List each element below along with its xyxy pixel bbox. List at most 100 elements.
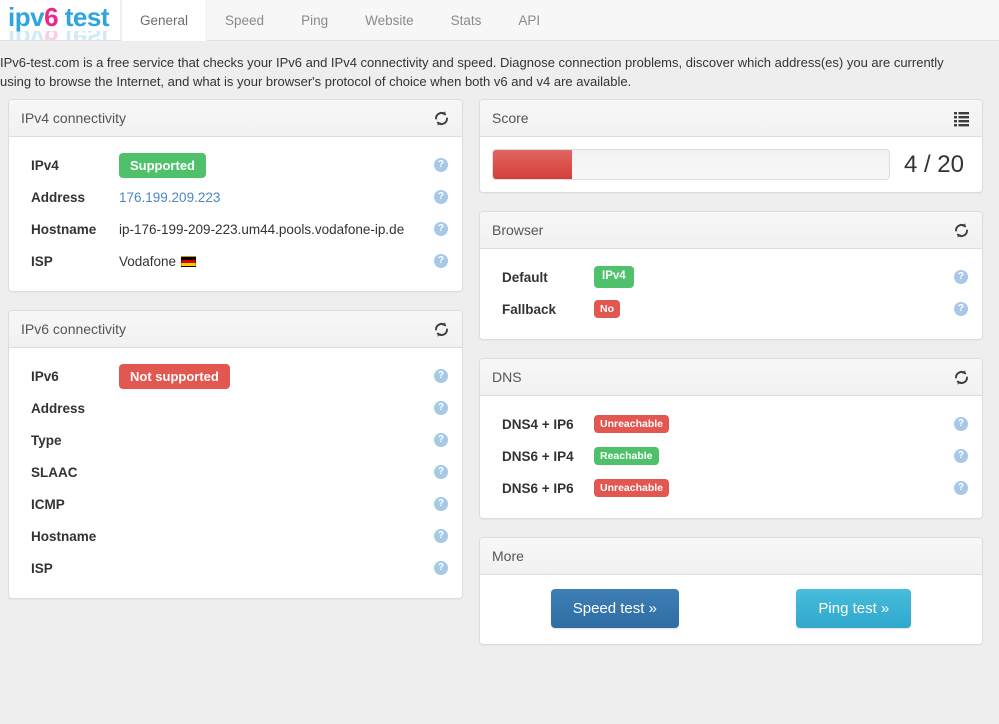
browser-panel-header: Browser — [480, 212, 982, 249]
right-column: Score 4 / 20 Browser Default IPv4 ? Fall… — [471, 99, 991, 663]
row-ipv4-hostname: Hostname ip-176-199-209-223.um44.pools.v… — [21, 213, 450, 245]
dns-panel: DNS DNS4 + IP6 Unreachable ? DNS6 + IP4 … — [479, 358, 983, 519]
row-label-fallback: Fallback — [502, 301, 557, 317]
status-badge-dns4-ip6: Unreachable — [594, 414, 670, 434]
left-column: IPv4 connectivity IPv4 Supported ? Addre… — [0, 99, 471, 663]
row-ipv6-icmp: ICMP ? — [21, 488, 450, 520]
row-ipv6-hostname: Hostname ? — [21, 520, 450, 552]
tab-api[interactable]: API — [500, 0, 559, 40]
tab-general[interactable]: General — [121, 0, 208, 41]
more-panel-body: Speed test » Ping test » — [480, 575, 982, 644]
row-label-isp: ISP — [31, 253, 53, 269]
status-badge-default-protocol: IPv4 — [594, 266, 634, 288]
help-icon[interactable]: ? — [954, 449, 968, 463]
ipv4-panel-title: IPv4 connectivity — [21, 110, 127, 126]
germany-flag-icon — [181, 255, 197, 267]
help-icon[interactable]: ? — [434, 433, 448, 447]
row-value-fallback: No — [594, 299, 954, 319]
help-icon[interactable]: ? — [434, 497, 448, 511]
score-panel-header: Score — [480, 100, 982, 137]
score-progress-bar — [492, 149, 890, 180]
row-label-default: Default — [502, 269, 548, 285]
row-value-ipv6: Not supported — [119, 363, 434, 389]
refresh-icon[interactable] — [953, 369, 970, 386]
ipv4-panel-header: IPv4 connectivity — [9, 100, 462, 137]
logo-text-post: test — [58, 2, 110, 32]
row-label-address: Address — [31, 189, 86, 205]
ipv4-address-link[interactable]: 176.199.209.223 — [119, 190, 220, 205]
tab-website[interactable]: Website — [347, 0, 433, 40]
ipv4-panel-body: IPv4 Supported ? Address 176.199.209.223… — [9, 137, 462, 291]
help-icon[interactable]: ? — [954, 270, 968, 284]
help-icon[interactable]: ? — [954, 302, 968, 316]
row-label-slaac: SLAAC — [31, 464, 78, 480]
row-label-dns6-ip4: DNS6 + IP4 — [502, 448, 574, 464]
row-label-ipv4: IPv4 — [31, 157, 59, 173]
score-progress-fill — [493, 150, 573, 179]
help-icon[interactable]: ? — [434, 369, 448, 383]
tab-speed[interactable]: Speed — [207, 0, 283, 40]
row-ipv6-type: Type ? — [21, 424, 450, 456]
help-icon[interactable]: ? — [434, 158, 448, 172]
help-icon[interactable]: ? — [434, 401, 448, 415]
logo-text-pre: ipv — [8, 2, 45, 32]
help-icon[interactable]: ? — [434, 222, 448, 236]
row-label-type: Type — [31, 432, 62, 448]
row-label-ipv6: IPv6 — [31, 368, 59, 384]
row-ipv4: IPv4 Supported ? — [21, 149, 450, 181]
browser-panel-title: Browser — [492, 222, 544, 238]
main-content: IPv4 connectivity IPv4 Supported ? Addre… — [0, 99, 999, 663]
logo-reflection: ipv6 test — [8, 31, 120, 40]
score-panel-title: Score — [492, 110, 529, 126]
ping-test-button[interactable]: Ping test » — [796, 589, 912, 628]
row-ipv6-isp: ISP ? — [21, 552, 450, 584]
row-value-dns4-ip6: Unreachable — [594, 414, 954, 434]
refresh-icon[interactable] — [433, 321, 450, 338]
main-tabs: General Speed Ping Website Stats API — [121, 0, 559, 41]
score-panel: Score 4 / 20 — [479, 99, 983, 193]
browser-panel-body: Default IPv4 ? Fallback No ? — [480, 249, 982, 339]
refresh-icon[interactable] — [953, 222, 970, 239]
tab-ping[interactable]: Ping — [283, 0, 347, 40]
help-icon[interactable]: ? — [434, 561, 448, 575]
more-panel-header: More — [480, 538, 982, 575]
ipv6-panel-body: IPv6 Not supported ? Address ? Type ? SL… — [9, 348, 462, 598]
help-icon[interactable]: ? — [954, 417, 968, 431]
row-value-dns6-ip4: Reachable — [594, 446, 954, 466]
row-label-dns6-ip6: DNS6 + IP6 — [502, 480, 574, 496]
intro-text: IPv6-test.com is a free service that che… — [0, 55, 944, 89]
more-panel-title: More — [492, 548, 524, 564]
row-ipv6-slaac: SLAAC ? — [21, 456, 450, 488]
ipv6-panel-title: IPv6 connectivity — [21, 321, 127, 337]
help-icon[interactable]: ? — [954, 481, 968, 495]
more-panel: More Speed test » Ping test » — [479, 537, 983, 645]
ipv4-connectivity-panel: IPv4 connectivity IPv4 Supported ? Addre… — [8, 99, 463, 292]
dns-panel-title: DNS — [492, 369, 522, 385]
row-ipv4-address: Address 176.199.209.223 ? — [21, 181, 450, 213]
row-value-dns6-ip6: Unreachable — [594, 478, 954, 498]
speed-test-button[interactable]: Speed test » — [550, 589, 679, 628]
help-icon[interactable]: ? — [434, 254, 448, 268]
row-label-dns4-ip6: DNS4 + IP6 — [502, 416, 574, 432]
help-icon[interactable]: ? — [434, 190, 448, 204]
row-ipv6: IPv6 Not supported ? — [21, 360, 450, 392]
logo-text-six: 6 — [44, 2, 59, 32]
row-dns6-ip6: DNS6 + IP6 Unreachable ? — [492, 472, 970, 504]
row-browser-fallback: Fallback No ? — [492, 293, 970, 325]
help-icon[interactable]: ? — [434, 465, 448, 479]
row-dns6-ip4: DNS6 + IP4 Reachable ? — [492, 440, 970, 472]
tab-stats[interactable]: Stats — [433, 0, 501, 40]
site-logo[interactable]: ipv6 test ipv6 test — [0, 0, 121, 40]
status-badge-ipv4: Supported — [119, 152, 206, 178]
row-value-ipv4: Supported — [119, 152, 434, 178]
help-icon[interactable]: ? — [434, 529, 448, 543]
top-navbar: ipv6 test ipv6 test General Speed Ping W… — [0, 0, 999, 41]
row-value-default: IPv4 — [594, 266, 954, 288]
list-icon[interactable] — [953, 110, 970, 127]
row-value-isp: Vodafone — [119, 254, 434, 269]
refresh-icon[interactable] — [433, 110, 450, 127]
row-label-isp: ISP — [31, 560, 53, 576]
status-badge-fallback: No — [594, 299, 620, 319]
status-badge-dns6-ip6: Unreachable — [594, 478, 670, 498]
row-browser-default: Default IPv4 ? — [492, 261, 970, 293]
